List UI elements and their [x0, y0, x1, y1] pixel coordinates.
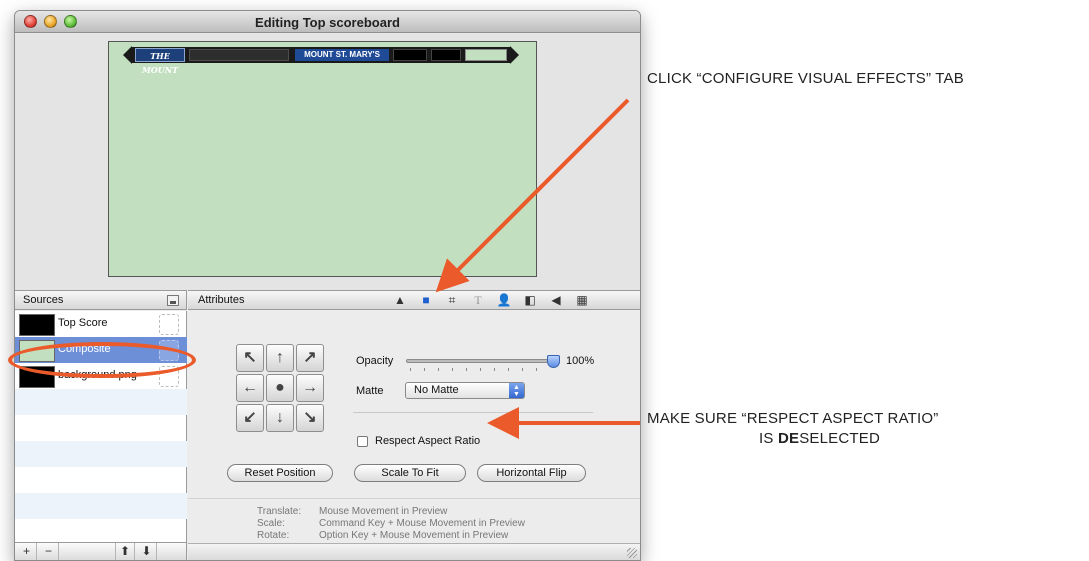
callout-text: SELECTED [799, 430, 880, 447]
tab-callout: CLICK “CONFIGURE VISUAL EFFECTS” TAB [647, 70, 964, 87]
callout-bold-text: DE [777, 430, 800, 447]
aspect-callout-line2: IS DESELECTED [759, 430, 880, 447]
tab-callout-arrow [435, 98, 630, 293]
aspect-callout-line1: MAKE SURE “RESPECT ASPECT RATIO” [647, 410, 939, 427]
callout-text: IS [759, 430, 778, 447]
